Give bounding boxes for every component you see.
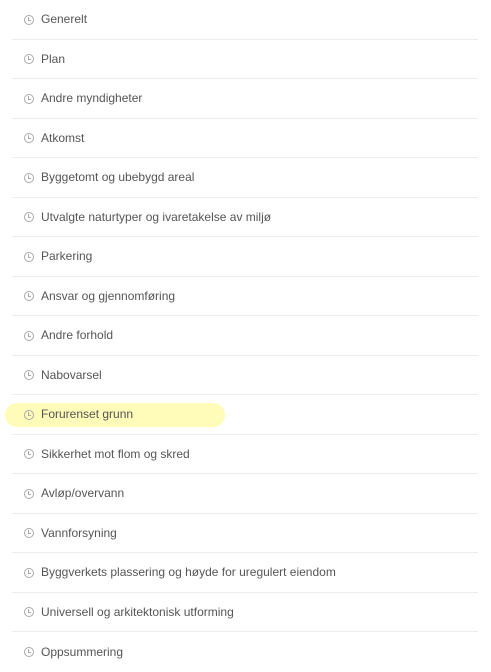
nav-item-label: Universell og arkitektonisk utforming: [41, 604, 234, 619]
clock-icon: [24, 172, 34, 183]
nav-item-andre-forhold[interactable]: Andre forhold: [12, 316, 478, 356]
nav-item-label: Byggetomt og ubebygd areal: [41, 170, 195, 185]
nav-item-label: Atkomst: [41, 130, 85, 145]
clock-icon: [24, 528, 34, 539]
nav-item-plan[interactable]: Plan: [12, 40, 478, 79]
nav-item-byggetomt[interactable]: Byggetomt og ubebygd areal: [12, 158, 478, 198]
nav-item-plassering-hoyde[interactable]: Byggverkets plassering og høyde for ureg…: [12, 553, 478, 593]
clock-icon: [24, 330, 34, 341]
clock-icon: [24, 93, 34, 104]
nav-item-universell-utforming[interactable]: Universell og arkitektonisk utforming: [12, 593, 478, 632]
nav-item-label: Forurenset grunn: [41, 407, 134, 422]
nav-item-parkering[interactable]: Parkering: [12, 237, 478, 277]
nav-item-oppsummering[interactable]: Oppsummering: [12, 632, 478, 672]
nav-item-atkomst[interactable]: Atkomst: [12, 119, 478, 158]
section-nav-list: Generelt Plan Andre myndigheter Atkomst …: [5, 0, 478, 672]
clock-icon: [24, 567, 34, 578]
nav-item-label: Andre forhold: [41, 328, 114, 343]
clock-icon: [24, 449, 34, 460]
nav-item-label: Byggverkets plassering og høyde for ureg…: [41, 565, 336, 580]
nav-item-label: Andre myndigheter: [41, 91, 143, 106]
nav-item-label: Sikkerhet mot flom og skred: [41, 446, 190, 461]
nav-item-label: Vannforsyning: [41, 525, 117, 540]
nav-item-generelt[interactable]: Generelt: [12, 0, 478, 40]
nav-item-label: Plan: [41, 51, 66, 66]
nav-item-label: Parkering: [41, 249, 93, 264]
clock-icon: [24, 212, 34, 223]
clock-icon: [24, 251, 34, 262]
clock-icon: [24, 370, 34, 381]
clock-icon: [24, 14, 34, 25]
nav-item-flom-skred[interactable]: Sikkerhet mot flom og skred: [12, 435, 478, 474]
nav-item-avlop-overvann[interactable]: Avløp/overvann: [12, 474, 478, 514]
nav-item-nabovarsel[interactable]: Nabovarsel: [12, 356, 478, 395]
nav-item-ansvar[interactable]: Ansvar og gjennomføring: [12, 277, 478, 316]
clock-icon: [24, 291, 34, 302]
clock-icon: [24, 54, 34, 65]
nav-item-label: Ansvar og gjennomføring: [41, 288, 176, 303]
nav-item-andre-myndigheter[interactable]: Andre myndigheter: [12, 79, 478, 119]
nav-item-vannforsyning[interactable]: Vannforsyning: [12, 514, 478, 553]
nav-item-forurenset-grunn[interactable]: Forurenset grunn: [5, 395, 478, 435]
nav-item-label: Utvalgte naturtyper og ivaretakelse av m…: [41, 209, 272, 224]
nav-item-label: Oppsummering: [41, 644, 124, 659]
clock-icon: [24, 409, 34, 420]
nav-item-label: Generelt: [41, 12, 88, 27]
nav-item-label: Nabovarsel: [41, 367, 102, 382]
nav-item-label: Avløp/overvann: [41, 486, 125, 501]
nav-item-naturtyper[interactable]: Utvalgte naturtyper og ivaretakelse av m…: [12, 198, 478, 237]
clock-icon: [24, 647, 34, 658]
clock-icon: [24, 607, 34, 618]
clock-icon: [24, 488, 34, 499]
clock-icon: [24, 133, 34, 144]
